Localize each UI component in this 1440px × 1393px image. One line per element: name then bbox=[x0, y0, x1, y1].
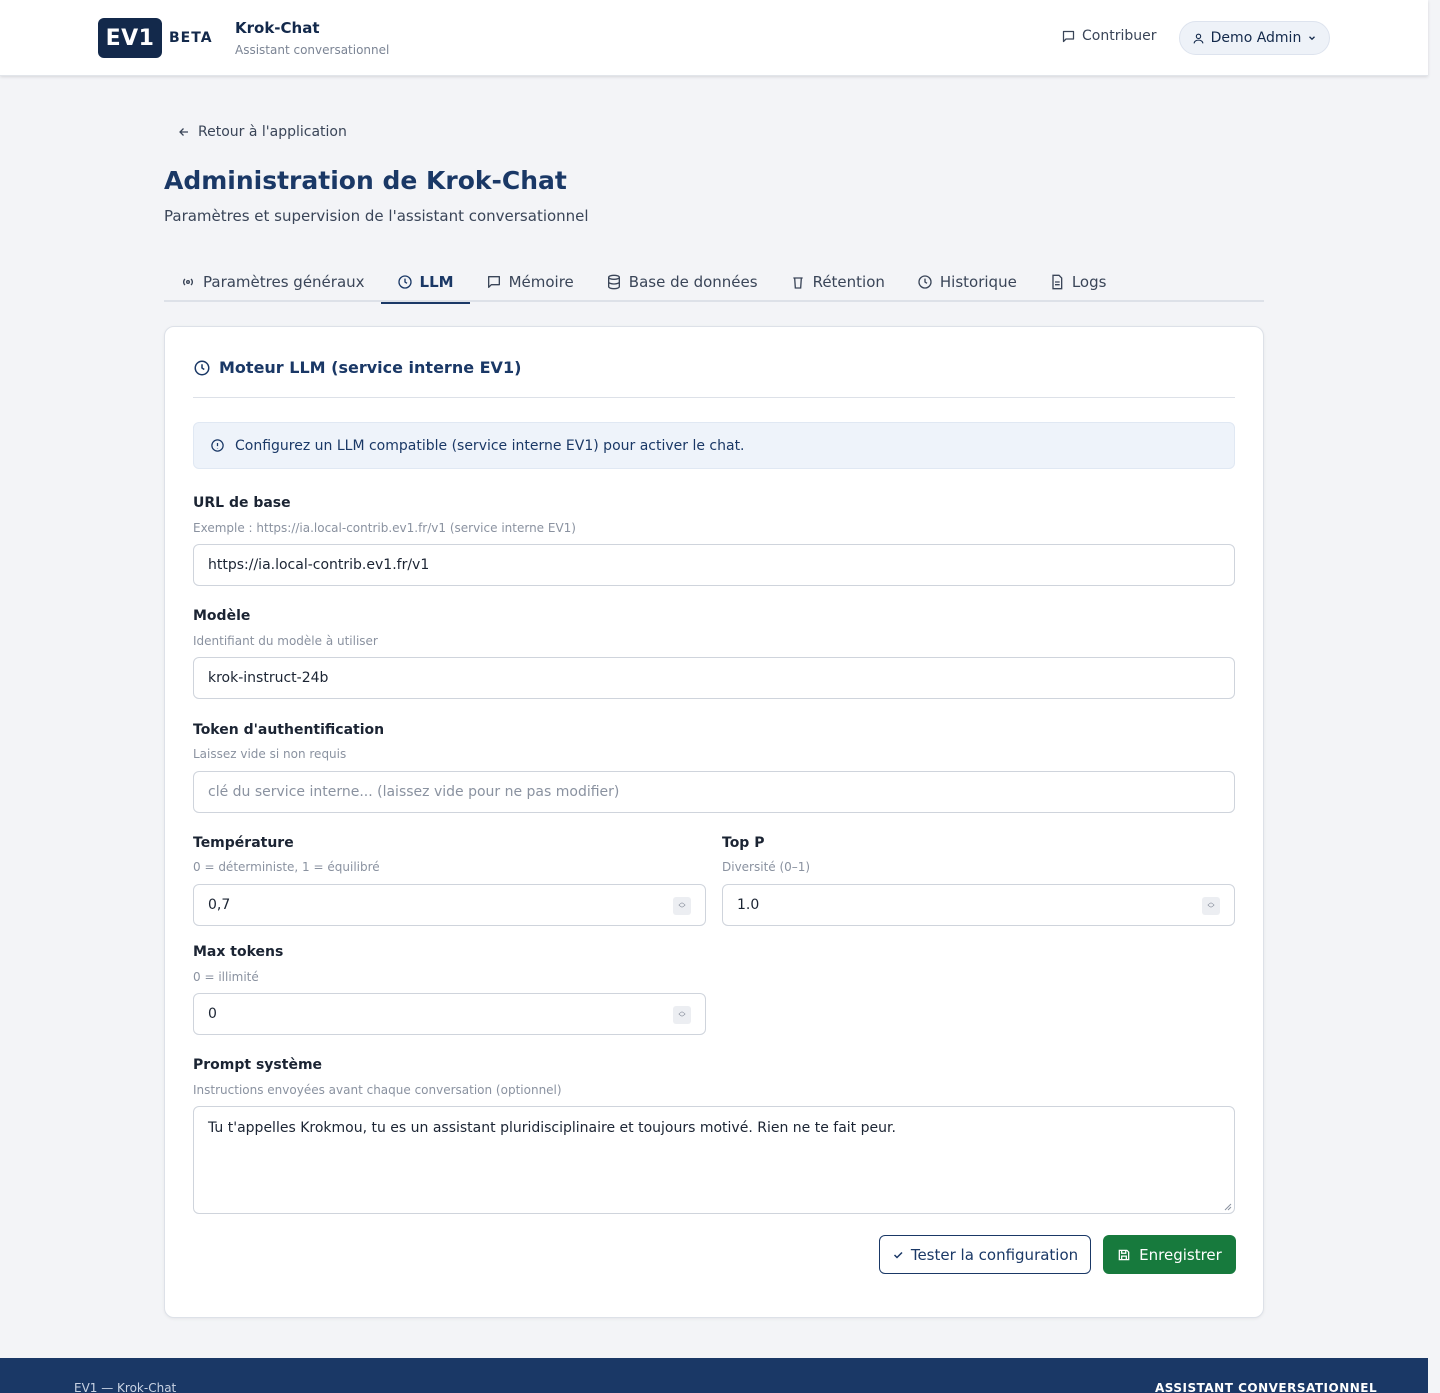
trash-icon bbox=[790, 274, 806, 290]
tab-memory[interactable]: Mémoire bbox=[470, 262, 590, 302]
model-label: Modèle bbox=[193, 608, 251, 624]
temperature-stepper[interactable]: ︿ ﹀ bbox=[673, 897, 691, 915]
tab-label: Mémoire bbox=[508, 273, 574, 291]
top-header: EV1 BETA Krok-Chat Assistant conversatio… bbox=[0, 0, 1428, 76]
top-p-help: Diversité (0–1) bbox=[722, 860, 811, 874]
system-prompt-value: Tu t'appelles Krokmou, tu es un assistan… bbox=[208, 1120, 896, 1136]
divider bbox=[193, 397, 1235, 398]
save-label: Enregistrer bbox=[1139, 1245, 1222, 1264]
model-input[interactable]: krok-instruct-24b bbox=[193, 657, 1235, 699]
clock-icon bbox=[397, 274, 413, 290]
user-name: Demo Admin bbox=[1210, 30, 1302, 46]
app-title: Krok-Chat bbox=[235, 19, 320, 37]
base-url-input[interactable]: https://ia.local-contrib.ev1.fr/v1 bbox=[193, 544, 1235, 586]
temperature-help: 0 = déterministe, 1 = équilibré bbox=[193, 860, 380, 874]
check-icon bbox=[892, 1249, 904, 1261]
info-alert: Configurez un LLM compatible (service in… bbox=[193, 422, 1235, 469]
contribute-link[interactable]: Contribuer bbox=[1061, 28, 1156, 44]
clock-icon bbox=[193, 359, 211, 377]
database-icon bbox=[606, 274, 622, 290]
back-to-app-link[interactable]: Retour à l'application bbox=[178, 124, 347, 140]
user-icon bbox=[1192, 32, 1205, 45]
top-p-value: 1.0 bbox=[737, 897, 760, 913]
user-menu-button[interactable]: Demo Admin bbox=[1179, 21, 1330, 55]
page-subtitle: Paramètres et supervision de l'assistant… bbox=[164, 207, 589, 225]
beta-badge: BETA bbox=[169, 30, 213, 46]
save-button[interactable]: Enregistrer bbox=[1103, 1235, 1236, 1274]
max-tokens-help: 0 = illimité bbox=[193, 970, 259, 984]
tab-label: Historique bbox=[939, 273, 1017, 291]
chat-icon bbox=[1061, 29, 1076, 44]
card-title-label: Moteur LLM (service interne EV1) bbox=[219, 358, 522, 377]
tab-label: Logs bbox=[1071, 273, 1107, 291]
max-tokens-label: Max tokens bbox=[193, 944, 284, 960]
arrow-left-icon bbox=[178, 126, 190, 138]
card-title: Moteur LLM (service interne EV1) bbox=[193, 358, 521, 377]
tab-general-settings[interactable]: Paramètres généraux bbox=[164, 262, 381, 302]
temperature-value: 0,7 bbox=[208, 897, 231, 913]
test-configuration-button[interactable]: Tester la configuration bbox=[879, 1235, 1091, 1274]
footer-right-text: ASSISTANT CONVERSATIONNEL bbox=[1155, 1381, 1378, 1393]
max-tokens-value: 0 bbox=[208, 1006, 217, 1022]
temperature-input[interactable]: 0,7 ︿ ﹀ bbox=[193, 884, 706, 926]
tab-label: Paramètres généraux bbox=[203, 273, 365, 291]
chevron-down-icon bbox=[1307, 33, 1317, 43]
ev1-logo[interactable]: EV1 bbox=[98, 18, 162, 58]
system-prompt-label: Prompt système bbox=[193, 1057, 323, 1073]
save-icon bbox=[1117, 1248, 1131, 1262]
contribute-label: Contribuer bbox=[1082, 28, 1157, 44]
tab-llm[interactable]: LLM bbox=[380, 262, 470, 304]
page-title: Administration de Krok-Chat bbox=[164, 166, 567, 195]
max-tokens-stepper[interactable]: ︿ ﹀ bbox=[673, 1006, 691, 1024]
tab-database[interactable]: Base de données bbox=[590, 262, 774, 302]
temperature-label: Température bbox=[193, 835, 294, 851]
tab-retention[interactable]: Rétention bbox=[774, 262, 901, 302]
token-help: Laissez vide si non requis bbox=[193, 747, 347, 761]
resize-handle-icon[interactable] bbox=[1222, 1201, 1232, 1211]
top-p-input[interactable]: 1.0 ︿ ﹀ bbox=[722, 884, 1235, 926]
tab-logs[interactable]: Logs bbox=[1033, 262, 1123, 302]
info-icon bbox=[210, 438, 225, 453]
admin-tabs: Paramètres généraux LLM Mémoire Base de … bbox=[164, 262, 1264, 304]
chat-icon bbox=[486, 274, 502, 290]
llm-settings-card: Moteur LLM (service interne EV1) Configu… bbox=[164, 326, 1264, 1318]
file-icon bbox=[1049, 274, 1065, 290]
tab-label: LLM bbox=[419, 273, 454, 291]
model-help: Identifiant du modèle à utiliser bbox=[193, 634, 378, 648]
tab-history[interactable]: Historique bbox=[901, 262, 1033, 302]
radio-icon bbox=[180, 274, 196, 290]
back-label: Retour à l'application bbox=[198, 124, 347, 140]
top-p-label: Top P bbox=[722, 835, 765, 851]
token-label: Token d'authentification bbox=[193, 722, 385, 738]
info-text: Configurez un LLM compatible (service in… bbox=[235, 437, 745, 454]
tab-label: Rétention bbox=[812, 273, 885, 291]
top-p-stepper[interactable]: ︿ ﹀ bbox=[1202, 897, 1220, 915]
token-input[interactable]: clé du service interne... (laissez vide … bbox=[193, 771, 1235, 813]
max-tokens-input[interactable]: 0 ︿ ﹀ bbox=[193, 993, 706, 1035]
page-footer: EV1 — Krok-Chat ASSISTANT CONVERSATIONNE… bbox=[0, 1358, 1428, 1393]
footer-left-text: EV1 — Krok-Chat bbox=[74, 1381, 177, 1393]
clock-icon bbox=[917, 274, 933, 290]
app-subtitle: Assistant conversationnel bbox=[235, 43, 390, 57]
base-url-help: Exemple : https://ia.local-contrib.ev1.f… bbox=[193, 521, 576, 535]
test-label: Tester la configuration bbox=[910, 1245, 1079, 1264]
system-prompt-textarea[interactable]: Tu t'appelles Krokmou, tu es un assistan… bbox=[193, 1106, 1235, 1214]
tab-label: Base de données bbox=[628, 273, 758, 291]
system-prompt-help: Instructions envoyées avant chaque conve… bbox=[193, 1083, 562, 1097]
base-url-label: URL de base bbox=[193, 495, 291, 511]
